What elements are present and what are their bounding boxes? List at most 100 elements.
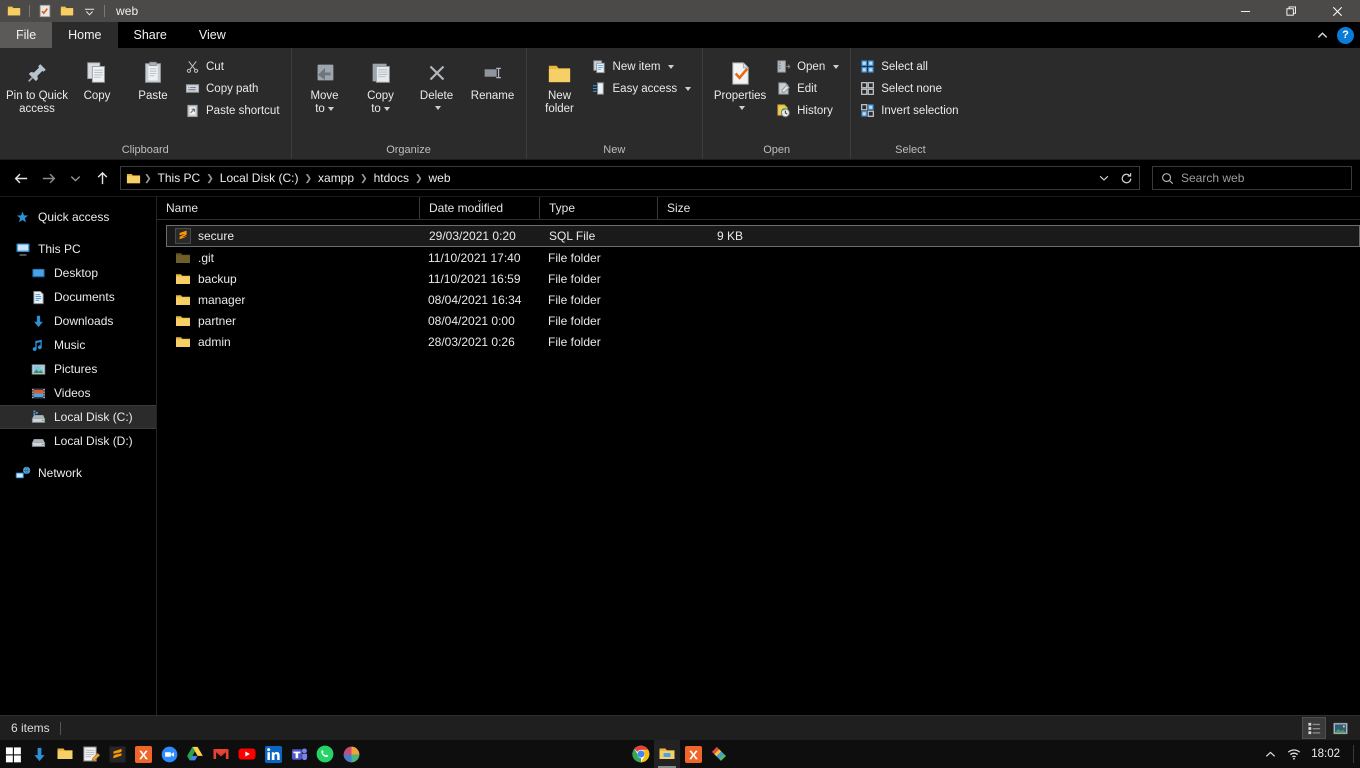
table-row[interactable]: backup 11/10/2021 16:59 File folder [166,268,1360,289]
wifi-icon[interactable] [1286,746,1302,762]
chrome-icon[interactable] [628,740,654,768]
table-row[interactable]: admin 28/03/2021 0:26 File folder [166,331,1360,352]
properties-button[interactable]: Properties [709,52,771,113]
breadcrumb-xampp[interactable]: xampp [313,171,359,185]
paste-button[interactable]: Paste [126,52,180,103]
new-folder-button[interactable]: New folder [533,52,587,116]
sidebar-item-downloads[interactable]: Downloads [0,309,156,333]
paste-shortcut-button[interactable]: Paste shortcut [182,100,285,121]
teams-icon[interactable] [286,740,312,768]
pin-to-quick-access-button[interactable]: Pin to Quick access [6,52,68,116]
tab-home[interactable]: Home [52,22,118,48]
column-header-size[interactable]: Size [657,197,739,219]
show-hidden-icons[interactable] [1264,748,1277,761]
back-button[interactable] [8,165,35,191]
properties-caret-icon[interactable] [738,106,745,110]
taskbar-clock[interactable]: 18:02 [1311,748,1340,760]
copy-to-caret-icon[interactable] [383,106,390,111]
folder-icon[interactable] [52,740,78,768]
qat-customize-caret-icon[interactable] [79,1,99,21]
collapse-ribbon-icon[interactable] [1316,29,1329,42]
table-row[interactable]: partner 08/04/2021 0:00 File folder [166,310,1360,331]
select-all-button[interactable]: Select all [857,56,963,77]
download-icon[interactable] [26,740,52,768]
tab-share[interactable]: Share [118,22,183,48]
breadcrumb-local-disk-c[interactable]: Local Disk (C:) [215,171,304,185]
qat-new-folder-icon[interactable] [57,1,77,21]
breadcrumb-chevron-icon-2[interactable]: ❯ [303,173,313,184]
details-view-button[interactable] [1302,717,1326,739]
search-input[interactable]: Search web [1152,166,1352,190]
large-icons-view-button[interactable] [1328,717,1352,739]
start-icon[interactable] [0,740,26,768]
table-row[interactable]: manager 08/04/2021 16:34 File folder [166,289,1360,310]
edit-button[interactable]: Edit [773,78,844,99]
address-dropdown-icon[interactable] [1093,167,1115,189]
paint-icon[interactable] [706,740,732,768]
sidebar-item-network[interactable]: Network [0,461,156,485]
table-row[interactable]: secure 29/03/2021 0:20 SQL File 9 KB [166,225,1360,247]
history-button[interactable]: History [773,100,844,121]
delete-caret-icon[interactable] [435,106,442,110]
help-button[interactable]: ? [1337,26,1354,44]
copy-path-button[interactable]: Copy path [182,78,285,99]
qat-folder-icon[interactable] [4,1,24,21]
new-item-caret-icon[interactable] [668,64,675,69]
up-button[interactable] [89,165,116,191]
invert-selection-button[interactable]: Invert selection [857,100,963,121]
sublime-icon[interactable] [104,740,130,768]
notepad-icon[interactable] [78,740,104,768]
file-explorer-icon[interactable] [654,740,680,768]
column-header-name[interactable]: Name [157,197,419,219]
breadcrumb-htdocs[interactable]: htdocs [369,171,414,185]
sidebar-item-videos[interactable]: Videos [0,381,156,405]
breadcrumb-chevron-icon-1[interactable]: ❯ [205,173,215,184]
sidebar-item-local-disk-d[interactable]: Local Disk (D:) [0,429,156,453]
column-header-type[interactable]: Type [539,197,657,219]
tab-file[interactable]: File [0,22,53,48]
sidebar-item-music[interactable]: Music [0,333,156,357]
breadcrumb-chevron-icon-4[interactable]: ❯ [414,173,424,184]
copy-button[interactable]: Copy [70,52,124,103]
linkedin-icon[interactable] [260,740,286,768]
move-to-button[interactable]: Move to [298,52,352,116]
xampp-icon[interactable] [680,740,706,768]
youtube-icon[interactable] [234,740,260,768]
zoom-icon[interactable] [156,740,182,768]
easy-access-caret-icon[interactable] [685,86,692,91]
select-none-button[interactable]: Select none [857,78,963,99]
move-to-caret-icon[interactable] [327,106,334,111]
show-desktop-button[interactable] [1353,745,1354,763]
forward-button[interactable] [35,165,62,191]
refresh-icon[interactable] [1115,167,1137,189]
tab-view[interactable]: View [183,22,242,48]
breadcrumb-chevron-icon-3[interactable]: ❯ [359,173,369,184]
recent-locations-button[interactable] [62,165,89,191]
breadcrumb-chevron-icon-0[interactable]: ❯ [143,173,153,184]
cut-button[interactable]: Cut [182,56,285,77]
minimize-button[interactable] [1222,0,1268,22]
sidebar-item-this-pc[interactable]: This PC [0,237,156,261]
open-caret-icon[interactable] [833,64,840,69]
open-button[interactable]: Open [773,56,844,77]
delete-button[interactable]: Delete [410,52,464,113]
sidebar-item-desktop[interactable]: Desktop [0,261,156,285]
xampp-icon[interactable] [130,740,156,768]
qat-properties-icon[interactable] [35,1,55,21]
breadcrumb-bar[interactable]: ❯ This PC ❯ Local Disk (C:) ❯ xampp ❯ ht… [120,166,1140,190]
close-button[interactable] [1314,0,1360,22]
breadcrumb-this-pc[interactable]: This PC [153,171,206,185]
new-item-button[interactable]: New item [589,56,697,77]
restore-button[interactable] [1268,0,1314,22]
whatsapp-icon[interactable] [312,740,338,768]
sidebar-item-documents[interactable]: Documents [0,285,156,309]
google-drive-icon[interactable] [182,740,208,768]
breadcrumb-web[interactable]: web [424,171,456,185]
table-row[interactable]: .git 11/10/2021 17:40 File folder [166,247,1360,268]
sidebar-item-quick-access[interactable]: Quick access [0,205,156,229]
sidebar-item-pictures[interactable]: Pictures [0,357,156,381]
sidebar-item-local-disk-c[interactable]: Local Disk (C:) [0,405,156,429]
app-icon[interactable] [338,740,364,768]
easy-access-button[interactable]: Easy access [589,78,697,99]
rename-button[interactable]: Rename [466,52,520,103]
